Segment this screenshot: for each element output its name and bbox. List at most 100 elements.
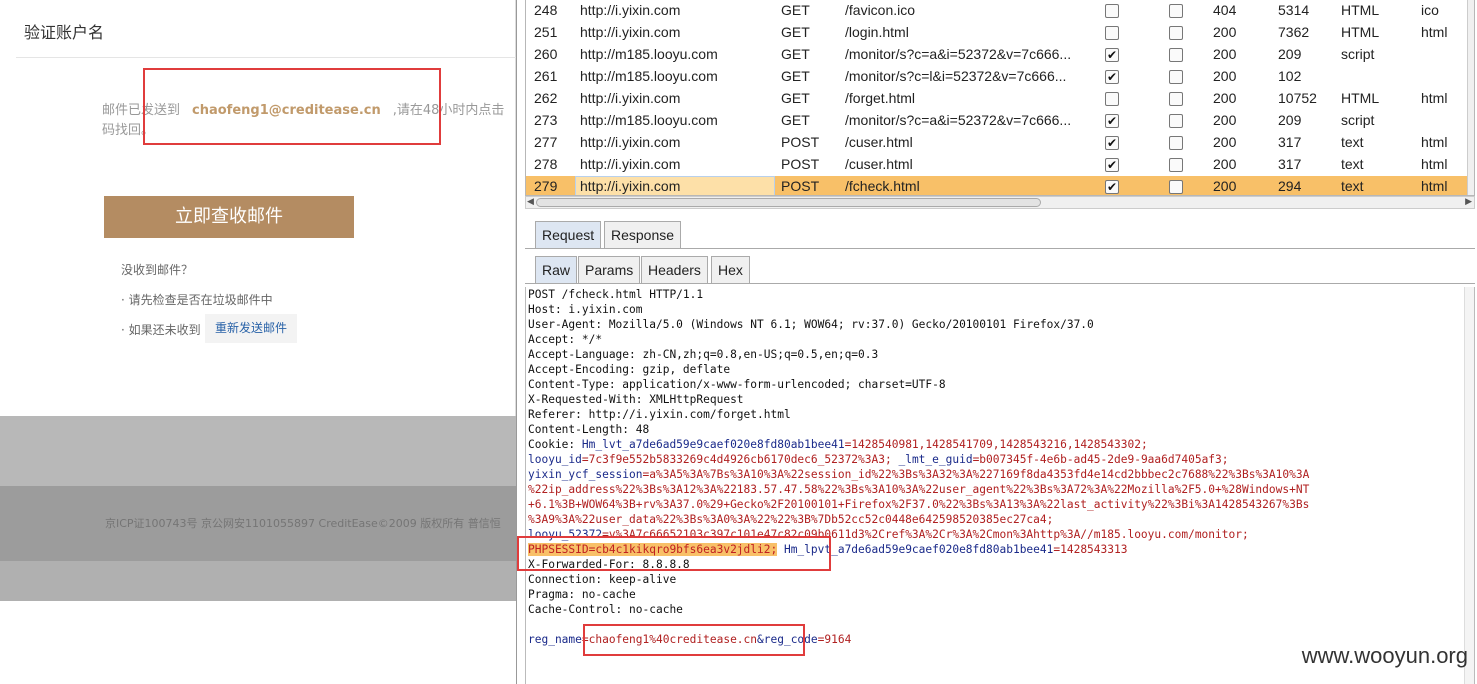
resend-mail-button[interactable]: 重新发送邮件 xyxy=(205,314,297,343)
row-method: GET xyxy=(781,112,810,128)
divider xyxy=(16,57,516,58)
row-host: http://i.yixin.com xyxy=(580,178,681,194)
history-vertical-scrollbar[interactable] xyxy=(1467,0,1474,195)
params-checkbox[interactable]: ✔ xyxy=(1105,136,1119,150)
row-method: POST xyxy=(781,178,820,194)
spam-tip: · 请先检查是否在垃圾邮件中 xyxy=(121,293,273,307)
row-number: 262 xyxy=(534,90,558,106)
edited-checkbox[interactable] xyxy=(1169,26,1183,40)
cookie-value: =7c3f9e552b5833269c4d4926cb6170dec6_5237… xyxy=(581,453,892,466)
row-extension: html xyxy=(1421,24,1448,40)
table-row[interactable]: 278 http://i.yixin.com POST/cuser.html 200 3… xyxy=(526,154,1474,176)
row-length: 317 xyxy=(1278,134,1302,150)
row-host: http://i.yixin.com xyxy=(580,156,681,172)
params-checkbox[interactable] xyxy=(1105,4,1119,18)
params-checkbox[interactable]: ✔ xyxy=(1105,70,1119,84)
scroll-thumb[interactable] xyxy=(536,198,1041,207)
params-checkbox[interactable] xyxy=(1105,26,1119,40)
row-method: GET xyxy=(781,2,810,18)
params-checkbox[interactable]: ✔ xyxy=(1105,158,1119,172)
header-line: Connection: keep-alive xyxy=(528,573,677,586)
divider xyxy=(525,248,1475,249)
history-horizontal-scrollbar[interactable]: ◀ ▶ xyxy=(525,196,1475,209)
cookie-key: looyu_id xyxy=(528,453,582,466)
row-mime: HTML xyxy=(1341,24,1380,40)
edited-checkbox[interactable] xyxy=(1169,114,1183,128)
params-checkbox[interactable]: ✔ xyxy=(1105,114,1119,128)
raw-vertical-scrollbar[interactable] xyxy=(1464,287,1474,684)
edited-checkbox[interactable] xyxy=(1169,70,1183,84)
row-length: 5314 xyxy=(1278,2,1310,18)
edited-checkbox[interactable] xyxy=(1169,92,1183,106)
http-history-table: 248 http://i.yixin.com GET/favicon.ico 404 5… xyxy=(525,0,1475,196)
edited-checkbox[interactable] xyxy=(1169,48,1183,62)
params-checkbox[interactable]: ✔ xyxy=(1105,48,1119,62)
row-mime: HTML xyxy=(1341,90,1380,106)
row-method: GET xyxy=(781,90,810,106)
scroll-left-icon[interactable]: ◀ xyxy=(527,197,534,207)
edited-checkbox[interactable] xyxy=(1169,4,1183,18)
header-line: Content-Length: 48 xyxy=(528,423,650,436)
row-host: http://i.yixin.com xyxy=(580,24,681,40)
row-host: http://i.yixin.com xyxy=(580,2,681,18)
param-value: =chaofeng1%40creditease.cn xyxy=(581,633,758,646)
target-email: chaofeng1@creditease.cn xyxy=(192,103,381,118)
message-suffix: ,请在48小时内点击 xyxy=(392,103,505,118)
tab-response[interactable]: Response xyxy=(604,221,682,249)
raw-request-editor[interactable]: POST /fcheck.html HTTP/1.1 Host: i.yixin… xyxy=(525,287,1475,684)
row-number: 251 xyxy=(534,24,558,40)
tab-headers[interactable]: Headers xyxy=(641,256,708,284)
header-line: Cache-Control: no-cache xyxy=(528,603,683,616)
cookie-key: _lmt_e_guid xyxy=(891,453,973,466)
params-checkbox[interactable] xyxy=(1105,92,1119,106)
row-number: 248 xyxy=(534,2,558,18)
row-number: 260 xyxy=(534,46,558,62)
row-host: http://m185.looyu.com xyxy=(580,112,718,128)
watermark: www.wooyun.org xyxy=(1301,643,1468,668)
table-row[interactable]: 273 http://m185.looyu.com GET/monitor/s?c=… xyxy=(526,110,1474,132)
row-length: 10752 xyxy=(1278,90,1317,106)
row-status: 200 xyxy=(1213,68,1237,84)
tab-params[interactable]: Params xyxy=(578,256,641,284)
table-row[interactable]: 279 http://i.yixin.com POST/fcheck.html 200… xyxy=(526,176,1474,195)
phpsessid-value: =cb4c1kikqro9bfs6ea3v2jdli2; xyxy=(588,543,778,556)
row-status: 200 xyxy=(1213,134,1237,150)
table-row[interactable]: 248 http://i.yixin.com GET/favicon.ico 404 5… xyxy=(526,0,1474,22)
edited-checkbox[interactable] xyxy=(1169,158,1183,172)
table-row[interactable]: 251 http://i.yixin.com GET/login.html 200 73… xyxy=(526,22,1474,44)
table-row[interactable]: 261 http://m185.looyu.com GET/monitor/s?c=… xyxy=(526,66,1474,88)
row-host: http://i.yixin.com xyxy=(580,134,681,150)
row-url: /forget.html xyxy=(845,90,916,106)
cookie-line: Cookie: Hm_lvt_a7de6ad59e9caef020e8fd80a… xyxy=(528,438,1148,451)
table-row[interactable]: 262 http://i.yixin.com GET/forget.html 200 1… xyxy=(526,88,1474,110)
row-mime: script xyxy=(1341,46,1375,62)
tab-hex[interactable]: Hex xyxy=(711,256,750,284)
row-length: 294 xyxy=(1278,178,1302,194)
edited-checkbox[interactable] xyxy=(1169,180,1183,194)
row-method: GET xyxy=(781,68,810,84)
tab-raw[interactable]: Raw xyxy=(535,256,578,284)
tab-request[interactable]: Request xyxy=(535,221,602,249)
message-line-2: 码找回。 xyxy=(102,123,155,138)
cookie-key: Hm_lpvt_a7de6ad59e9caef020e8fd80ab1bee41 xyxy=(777,543,1054,556)
edited-checkbox[interactable] xyxy=(1169,136,1183,150)
params-checkbox[interactable]: ✔ xyxy=(1105,180,1119,194)
row-mime: script xyxy=(1341,112,1375,128)
web-page: 验证账户名 邮件已发送到 chaofeng1@creditease.cn ,请在48… xyxy=(0,0,516,684)
header-line: X-Requested-With: XMLHttpRequest xyxy=(528,393,744,406)
row-length: 102 xyxy=(1278,68,1302,84)
cookie-line: %3A9%3A%22user_data%22%3Bs%3A0%3A%22%22%… xyxy=(528,513,1054,526)
row-status: 200 xyxy=(1213,90,1237,106)
check-mail-button[interactable]: 立即查收邮件 xyxy=(104,196,354,238)
table-row[interactable]: 277 http://i.yixin.com POST/cuser.html 200 3… xyxy=(526,132,1474,154)
scroll-right-icon[interactable]: ▶ xyxy=(1465,197,1472,207)
header-line: Accept-Language: zh-CN,zh;q=0.8,en-US;q=… xyxy=(528,348,879,361)
row-url: /cuser.html xyxy=(845,156,913,172)
cookie-value: =1428540981,1428541709,1428543216,142854… xyxy=(844,438,1148,451)
table-row[interactable]: 260 http://m185.looyu.com GET/monitor/s?c=… xyxy=(526,44,1474,66)
param-key: reg_name xyxy=(528,633,582,646)
mail-sent-message: 邮件已发送到 chaofeng1@creditease.cn ,请在48小时内点击 xyxy=(102,99,504,118)
row-extension: html xyxy=(1421,134,1448,150)
row-url: /fcheck.html xyxy=(845,178,920,194)
row-number: 261 xyxy=(534,68,558,84)
